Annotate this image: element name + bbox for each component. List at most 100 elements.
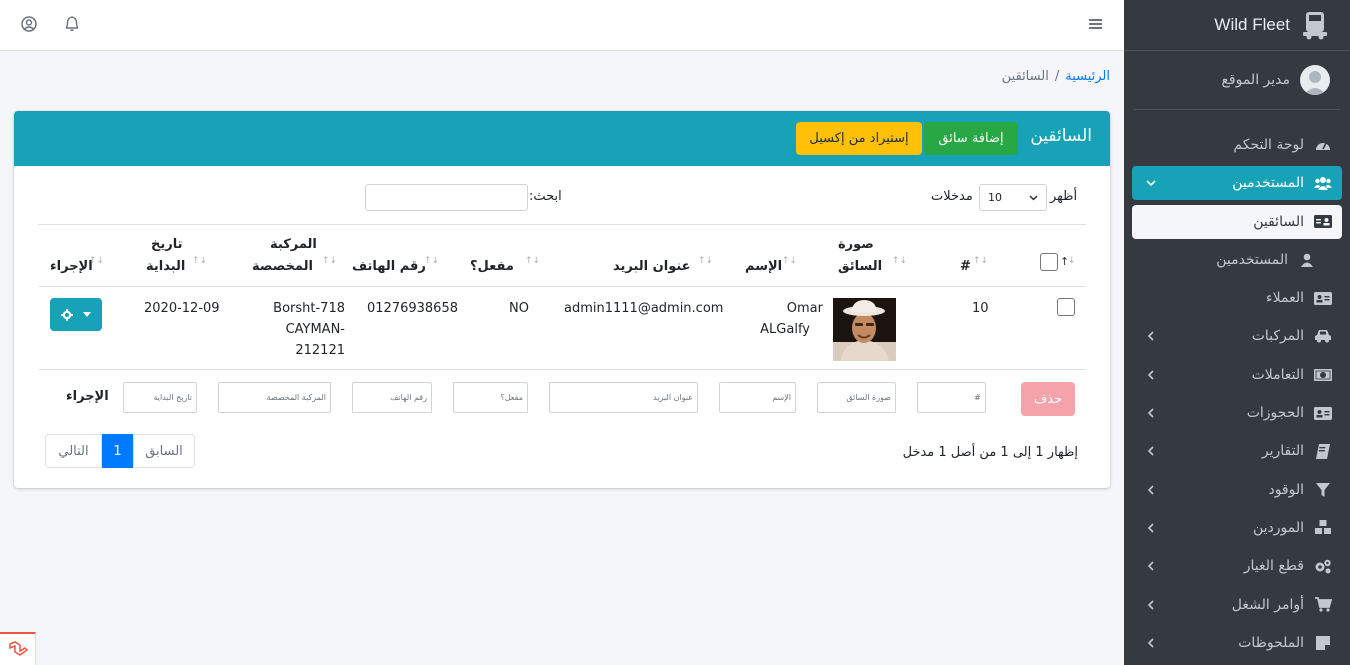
chevron-left-icon (1147, 446, 1154, 456)
drivers-card: السائقين إضافة سائق إستيراد من إكسيل أظه… (14, 111, 1110, 488)
cell-active: NO (509, 301, 529, 316)
sidebar-item-spare-parts[interactable]: قطع الغيار (1132, 549, 1342, 583)
sidebar-item-label: المركبات (1251, 328, 1304, 345)
content-wrapper: الرئيسية / السائقين السائقين إضافة سائق إس… (0, 51, 1124, 665)
sort-icon[interactable]: ↑↓ (782, 256, 797, 266)
sidebar-item-customers[interactable]: العملاء (1132, 281, 1342, 315)
filter-name-input[interactable]: الإسم (719, 382, 796, 413)
search-input[interactable] (365, 184, 528, 211)
filter-num-input[interactable]: # (917, 382, 986, 413)
header-bottom-border (38, 286, 1086, 287)
cell-vehicle-line2: CAYMAN-212121 (285, 322, 345, 358)
page-length-select[interactable]: 10 (979, 184, 1047, 211)
sidebar-item-label: المستخدمين (1232, 175, 1304, 192)
sidebar-item-label: قطع الغيار (1243, 558, 1304, 575)
header-num[interactable]: # (960, 258, 971, 276)
sidebar-item-notes[interactable]: الملحوظات (1132, 626, 1342, 660)
pagination-next[interactable]: التالي (45, 434, 102, 468)
filter-vehicle-input[interactable]: المركبة المخصصة (218, 382, 331, 413)
sidebar-item-label: الوقود (1268, 481, 1304, 498)
filter-active-input[interactable]: مفعل؟ (453, 382, 528, 413)
sidebar-item-vehicles[interactable]: المركبات (1132, 319, 1342, 353)
sort-icon[interactable]: ↑↓ (89, 256, 104, 266)
sidebar-item-reports[interactable]: التقارير (1132, 434, 1342, 468)
brand-link[interactable]: Wild Fleet (1124, 0, 1350, 51)
header-photo-line2[interactable]: السائق (838, 258, 882, 276)
chevron-left-icon (1147, 523, 1154, 533)
add-driver-button[interactable]: إضافة سائق (924, 122, 1018, 155)
sidebar-item-users-group[interactable]: المستخدمين (1132, 166, 1342, 201)
breadcrumb-home-link[interactable]: الرئيسية (1065, 69, 1110, 84)
header-vehicle-line1[interactable]: المركبة (270, 236, 317, 254)
sort-icon[interactable]: ↑↓ (525, 256, 540, 266)
cell-name-last: ALGalfy (760, 322, 810, 337)
sidebar-item-users[interactable]: المستخدمين (1132, 243, 1342, 277)
sidebar-item-label: التعاملات (1251, 366, 1304, 383)
filter-icon (1312, 482, 1334, 498)
select-all-checkbox[interactable] (1040, 253, 1058, 271)
header-vehicle-line2[interactable]: المخصصة (252, 258, 313, 276)
table-info: إظهار 1 إلى 1 من أصل 1 مدخل (902, 445, 1078, 460)
sidebar-item-label: المستخدمين (1216, 251, 1288, 268)
chevron-left-icon (1147, 561, 1154, 571)
sidebar-item-drivers[interactable]: السائقين (1132, 204, 1342, 239)
row-actions-dropdown[interactable] (50, 298, 102, 331)
cell-name-first: Omar (786, 301, 823, 316)
sort-icon[interactable]: ↑↓ (973, 256, 988, 266)
sidebar-item-fuel[interactable]: الوقود (1132, 473, 1342, 507)
debugbar-toggle[interactable] (0, 632, 36, 665)
sidebar-item-label: الحجوزات (1246, 405, 1304, 422)
search-label: ابحث: (529, 189, 562, 204)
breadcrumb-current: السائقين (1001, 69, 1049, 84)
row-checkbox[interactable] (1057, 298, 1075, 316)
header-photo-line1[interactable]: صورة (838, 236, 874, 254)
sort-icon[interactable]: ↑↓ (322, 256, 337, 266)
pagination-prev[interactable]: السابق (133, 434, 195, 468)
sort-icon[interactable]: ↑↓ (192, 256, 207, 266)
sort-icon[interactable]: ↑↓ (424, 256, 439, 266)
header-start-line1[interactable]: تاريخ (151, 236, 183, 254)
chevron-down-icon (1146, 180, 1156, 187)
filter-phone-input[interactable]: رقم الهاتف (352, 382, 432, 413)
avatar (1300, 65, 1330, 95)
hamburger-menu-icon[interactable] (1087, 15, 1105, 33)
header-name[interactable]: الإسم (745, 258, 782, 276)
shopping-cart-icon (1312, 597, 1334, 613)
top-navbar (0, 0, 1124, 51)
sort-icon[interactable]: ↑↓ (698, 256, 713, 266)
user-panel[interactable]: مدير الموقع (1134, 51, 1340, 110)
filter-start-input[interactable]: تاريخ البداية (123, 382, 197, 413)
sort-icon[interactable]: ↑↓ (892, 256, 907, 266)
sort-icon[interactable]: ↓ (1068, 256, 1076, 266)
sidebar-item-label: أوامر الشغل (1231, 596, 1304, 613)
book-icon (1312, 443, 1334, 459)
filter-email-input[interactable]: عنوان البريد (549, 382, 698, 413)
sidebar-menu: لوحة التحكم المستخدمين السائقين المستخدم… (1124, 110, 1350, 660)
users-icon (1312, 175, 1334, 191)
cogs-icon (1312, 558, 1334, 574)
delete-button[interactable]: حذف (1021, 382, 1075, 416)
sidebar-item-dashboard[interactable]: لوحة التحكم (1132, 128, 1342, 162)
header-email[interactable]: عنوان البريد (613, 258, 691, 276)
breadcrumb: الرئيسية / السائقين (1002, 69, 1110, 84)
sticky-note-icon (1312, 635, 1334, 651)
header-start-line2[interactable]: البداية (146, 258, 185, 276)
chevron-left-icon (1147, 331, 1154, 342)
sidebar-item-bookings[interactable]: الحجوزات (1132, 396, 1342, 430)
header-phone[interactable]: رقم الهاتف (352, 258, 426, 276)
card-title: السائقين (1030, 126, 1092, 146)
sidebar-item-suppliers[interactable]: الموردين (1132, 511, 1342, 545)
chevron-left-icon (1147, 485, 1154, 495)
truck-logo-icon (1300, 10, 1330, 40)
bell-icon[interactable] (63, 15, 81, 33)
header-active[interactable]: مفعل؟ (470, 258, 514, 276)
filter-photo-input[interactable]: صورة السائق (817, 382, 896, 413)
pagination-page-1[interactable]: 1 (102, 434, 133, 468)
sidebar-item-work-orders[interactable]: أوامر الشغل (1132, 588, 1342, 622)
user-circle-icon[interactable] (20, 15, 38, 33)
gear-icon (61, 308, 73, 321)
breadcrumb-separator: / (1054, 69, 1060, 84)
import-excel-button[interactable]: إستيراد من إكسيل (796, 122, 922, 155)
sidebar-item-transactions[interactable]: التعاملات (1132, 358, 1342, 392)
caret-down-icon (83, 312, 91, 317)
